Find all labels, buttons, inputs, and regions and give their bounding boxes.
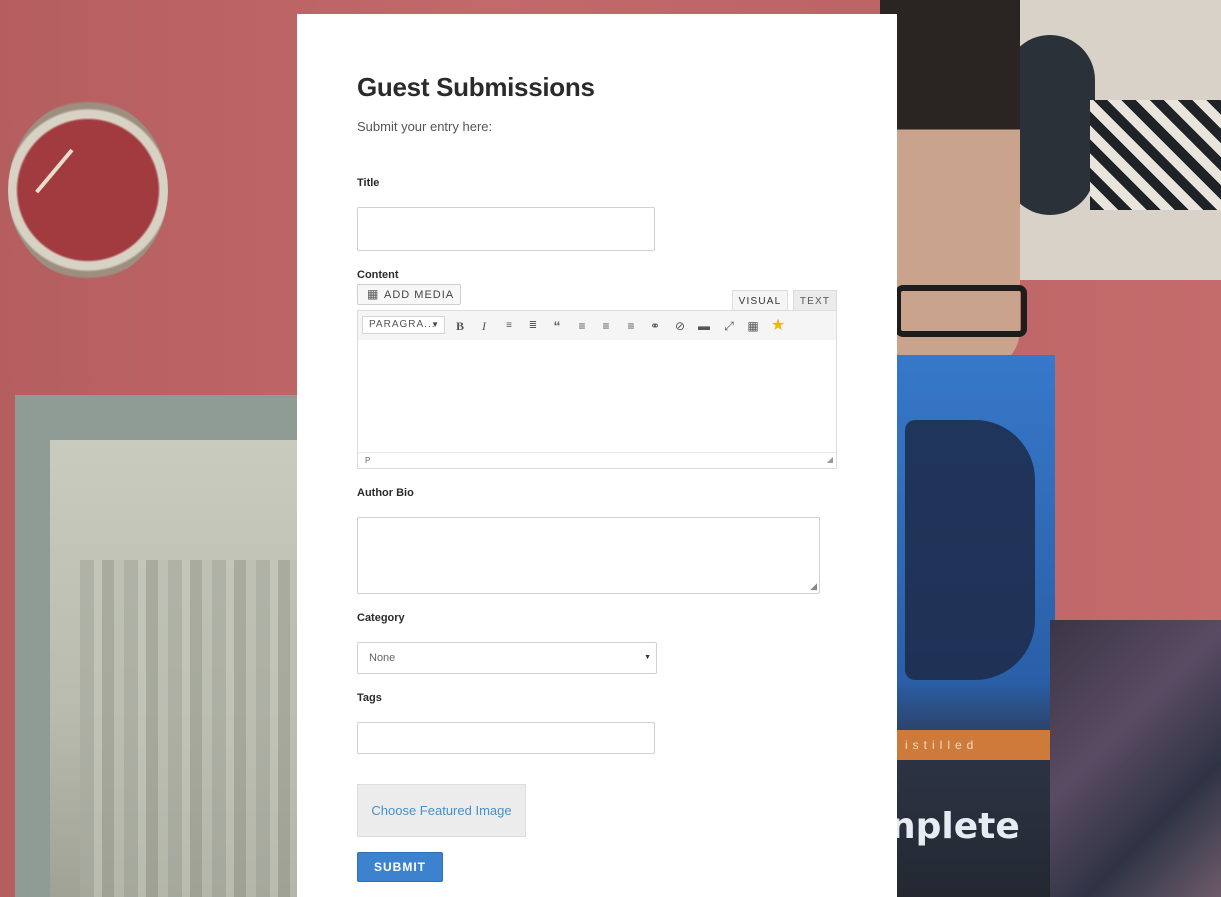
background-glasses [895, 285, 1027, 337]
read-more-icon[interactable]: ▬ [695, 317, 713, 335]
content-label: Content [357, 269, 399, 281]
format-select-value: PARAGRA... [369, 319, 436, 330]
title-input[interactable] [357, 207, 655, 251]
resize-handle-icon[interactable]: ◢ [827, 455, 833, 464]
element-path[interactable]: P [365, 456, 370, 465]
title-label: Title [357, 177, 380, 189]
bullet-list-icon[interactable]: ≡ [500, 317, 518, 335]
add-media-label: ADD MEDIA [384, 288, 455, 301]
editor-toolbar: PARAGRA... ▼ B I ≡ ≣ “ ≡ ≡ ≡ ⚭ ⊘ ▬ ⤢ ▦ ★ [358, 311, 836, 341]
numbered-list-icon[interactable]: ≣ [524, 317, 542, 335]
background-checkered-flag [1090, 100, 1221, 210]
category-label: Category [357, 612, 405, 624]
chevron-down-icon: ▼ [644, 654, 651, 661]
align-left-icon[interactable]: ≡ [573, 317, 591, 335]
submit-button[interactable]: SUBMIT [357, 852, 443, 882]
background-city [80, 560, 300, 897]
content-card: Guest Submissions Submit your entry here… [297, 14, 897, 897]
background-book-word: nplete [890, 806, 1020, 847]
align-right-icon[interactable]: ≡ [622, 317, 640, 335]
author-bio-label: Author Bio [357, 487, 414, 499]
category-select[interactable]: None ▼ [357, 642, 657, 674]
page-title: Guest Submissions [357, 72, 595, 102]
star-icon[interactable]: ★ [769, 317, 787, 335]
content-editor: PARAGRA... ▼ B I ≡ ≣ “ ≡ ≡ ≡ ⚭ ⊘ ▬ ⤢ ▦ ★ [357, 310, 837, 469]
tab-text[interactable]: TEXT [793, 290, 837, 311]
toolbar-toggle-icon[interactable]: ▦ [744, 317, 762, 335]
category-select-value: None [369, 652, 396, 664]
format-select[interactable]: PARAGRA... ▼ [362, 316, 445, 334]
page-subtitle: Submit your entry here: [357, 119, 493, 134]
background-book-tag: istilled [905, 738, 979, 752]
fullscreen-icon[interactable]: ⤢ [720, 317, 738, 335]
background-book-letter [905, 420, 1035, 680]
tags-input[interactable] [357, 722, 655, 754]
resize-grip-icon[interactable]: ◢ [810, 581, 817, 592]
content-editor-area[interactable] [358, 340, 836, 453]
media-icon: ▦ [367, 287, 380, 301]
editor-status-bar: P ◢ [358, 452, 836, 468]
chevron-down-icon: ▼ [431, 320, 440, 329]
link-icon[interactable]: ⚭ [646, 317, 664, 335]
unlink-icon[interactable]: ⊘ [671, 317, 689, 335]
choose-featured-image-button[interactable]: Choose Featured Image [357, 784, 526, 837]
blockquote-icon[interactable]: “ [548, 317, 566, 335]
background-clock [8, 100, 168, 280]
align-center-icon[interactable]: ≡ [597, 317, 615, 335]
italic-icon[interactable]: I [475, 317, 493, 335]
add-media-button[interactable]: ▦ ADD MEDIA [357, 284, 461, 305]
tags-label: Tags [357, 692, 382, 704]
tab-visual[interactable]: VISUAL [732, 290, 788, 311]
author-bio-textarea[interactable]: ◢ [357, 517, 820, 594]
bold-icon[interactable]: B [451, 317, 469, 335]
background-shirt [1050, 620, 1221, 897]
